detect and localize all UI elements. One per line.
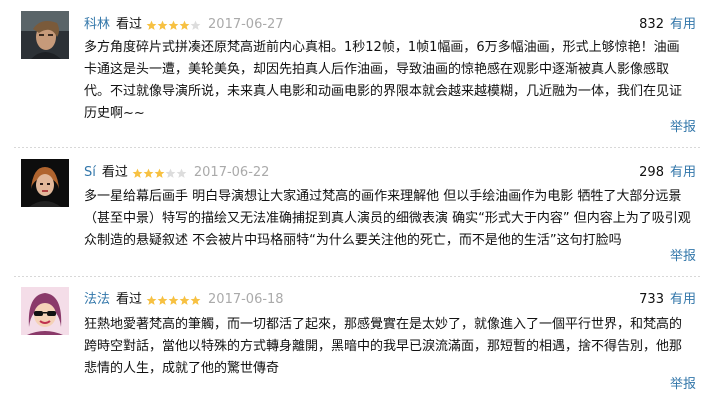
star-filled-icon <box>179 295 190 305</box>
rating-stars <box>146 20 201 31</box>
star-filled-icon <box>154 168 165 178</box>
review-meta: 科林 看过 2017-06-27 <box>84 16 284 34</box>
review-date: 2017-06-27 <box>208 17 284 32</box>
star-filled-icon <box>157 295 168 305</box>
review-item: 科林 看过 2017-06-27 832 有用 多方角度碎片式拼凑还原梵高逝前内心… <box>0 0 714 147</box>
author-name[interactable]: 科林 <box>84 16 110 34</box>
vote-area: 298 有用 <box>639 164 696 182</box>
vote-area: 733 有用 <box>639 291 696 309</box>
star-filled-icon <box>179 20 190 30</box>
author-name[interactable]: Sí <box>84 164 96 182</box>
review-item: Sí 看过 2017-06-22 298 有用 多一星给幕后画手 明白导演想让大家… <box>0 148 714 276</box>
star-empty-icon <box>190 20 201 30</box>
star-empty-icon <box>176 168 187 178</box>
rating-stars <box>146 295 201 306</box>
review-content: 多方角度碎片式拼凑还原梵高逝前内心真相。1秒12帧，1帧1幅画，6万多幅油画，形… <box>84 40 683 121</box>
review-date: 2017-06-18 <box>208 292 284 307</box>
avatar[interactable] <box>21 11 69 59</box>
star-filled-icon <box>190 295 201 305</box>
star-filled-icon <box>157 20 168 30</box>
watched-label: 看过 <box>101 165 128 180</box>
report-link[interactable]: 举报 <box>670 248 696 266</box>
star-filled-icon <box>132 168 143 178</box>
avatar[interactable] <box>21 287 69 335</box>
review-content: 狂熱地愛著梵高的筆觸，而一切都活了起來，那感覺實在是太妙了，就像進入了一個平行世… <box>84 317 683 376</box>
review-meta: 法法 看过 2017-06-18 <box>84 291 284 309</box>
review-date: 2017-06-22 <box>193 165 270 180</box>
useful-button[interactable]: 有用 <box>670 292 696 307</box>
star-filled-icon <box>168 295 179 305</box>
star-filled-icon <box>146 20 157 30</box>
vote-count: 298 <box>639 165 664 180</box>
review-content: 多一星给幕后画手 明白导演想让大家通过梵高的画作来理解他 但以手绘油画作为电影 … <box>84 189 691 248</box>
author-name[interactable]: 法法 <box>84 291 110 309</box>
vote-count: 832 <box>639 17 664 32</box>
star-filled-icon <box>146 295 157 305</box>
star-empty-icon <box>165 168 176 178</box>
vote-count: 733 <box>639 292 664 307</box>
rating-stars <box>132 168 187 179</box>
vote-area: 832 有用 <box>639 16 696 34</box>
watched-label: 看过 <box>116 17 143 32</box>
avatar[interactable] <box>21 159 69 207</box>
review-item: 法法 看过 2017-06-18 733 有用 狂熱地愛著梵高的筆觸，而一切都活了… <box>0 277 714 400</box>
star-filled-icon <box>143 168 154 178</box>
useful-button[interactable]: 有用 <box>670 17 696 32</box>
review-meta: Sí 看过 2017-06-22 <box>84 164 269 182</box>
report-link[interactable]: 举报 <box>670 119 696 137</box>
watched-label: 看过 <box>116 292 143 307</box>
useful-button[interactable]: 有用 <box>670 165 696 180</box>
report-link[interactable]: 举报 <box>670 376 696 394</box>
star-filled-icon <box>168 20 179 30</box>
